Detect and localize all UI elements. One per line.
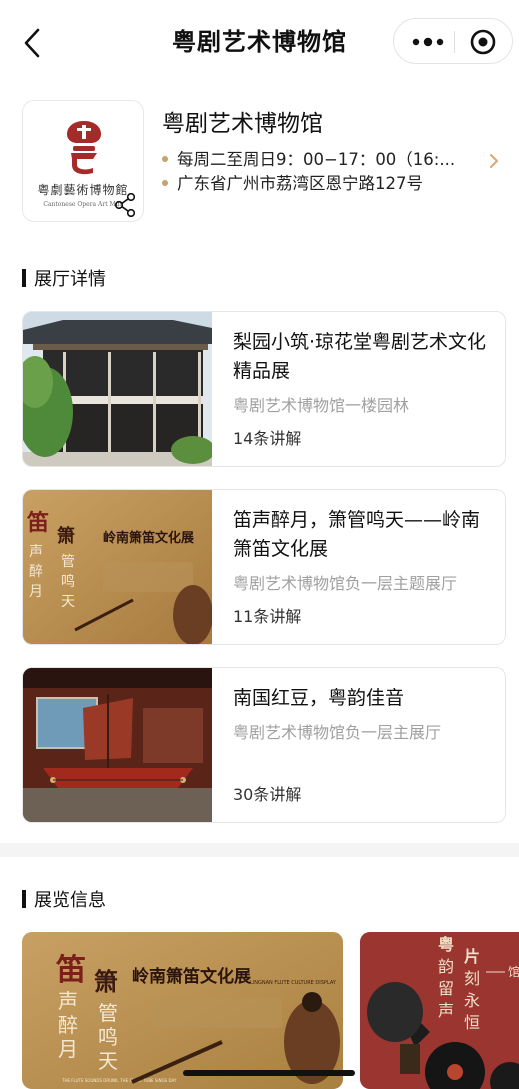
bullet-dot (162, 179, 168, 186)
exhibition-banner[interactable]: 粤 韵 留 声 片 刻 永 恒 馆 (360, 932, 519, 1089)
svg-text:醉: 醉 (29, 564, 43, 580)
svg-text:天: 天 (61, 594, 75, 610)
svg-text:鸣: 鸣 (61, 573, 75, 590)
museum-name: 粤剧艺术博物馆 (162, 111, 323, 137)
svg-text:LINGNAN FLUTE CULTURE DISPLAY: LINGNAN FLUTE CULTURE DISPLAY (250, 980, 337, 986)
hall-audio-count: 30条讲解 (233, 785, 302, 804)
svg-text:馆: 馆 (508, 964, 519, 979)
svg-text:天: 天 (98, 1049, 118, 1073)
hall-audio-count: 11条讲解 (233, 607, 302, 626)
hall-thumbnail: 笛 声 醉 月 箫 管 鸣 天 岭南箫笛文化展 (23, 490, 212, 644)
address-text: 广东省广州市荔湾区恩宁路127号 (177, 174, 423, 193)
svg-text:月: 月 (58, 1037, 78, 1061)
svg-text:笛: 笛 (26, 510, 49, 536)
hall-thumbnail (23, 668, 212, 822)
svg-text:声: 声 (438, 1001, 454, 1020)
svg-text:笛: 笛 (55, 953, 86, 988)
mini-program-capsule (393, 18, 513, 64)
more-dots-icon[interactable] (410, 32, 446, 52)
section-bar (22, 890, 26, 908)
flute-exhibition-poster: 笛 声 醉 月 箫 管 鸣 天 岭南箫笛文化展 LINGNAN FLUTE CU… (22, 932, 343, 1089)
svg-text:鸣: 鸣 (98, 1025, 118, 1049)
svg-text:箫: 箫 (94, 967, 118, 996)
svg-text:声: 声 (29, 544, 43, 560)
hall-title: 梨园小筑·琼花堂粤剧艺术文化精品展 (233, 331, 487, 382)
svg-text:管: 管 (61, 554, 75, 570)
chevron-right-icon[interactable] (488, 152, 500, 170)
seal-logo-icon (67, 121, 101, 175)
museum-address: 广东省广州市荔湾区恩宁路127号 (162, 170, 423, 194)
hall-title: 笛声醉月，箫管鸣天——岭南箫笛文化展 (233, 509, 481, 560)
museum-logo: 粤劇藝術博物館 Cantonese Opera Art Mus (22, 100, 144, 222)
svg-text:声: 声 (58, 989, 78, 1013)
hall-card[interactable]: 梨园小筑·琼花堂粤剧艺术文化精品展 粤剧艺术博物馆一楼园林 14条讲解 (22, 311, 506, 467)
hall-card[interactable]: 南国红豆，粤韵佳音 粤剧艺术博物馆负一层主展厅 30条讲解 (22, 667, 506, 823)
hall-thumbnail (23, 312, 212, 466)
garden-building-image (23, 312, 212, 466)
svg-text:韵: 韵 (438, 957, 454, 976)
share-icon[interactable] (114, 193, 136, 217)
flute-poster-image: 笛 声 醉 月 箫 管 鸣 天 岭南箫笛文化展 (23, 490, 212, 644)
section-title-halls: 展厅详情 (22, 265, 106, 291)
hall-title: 南国红豆，粤韵佳音 (233, 687, 405, 709)
target-circle-icon[interactable] (470, 29, 496, 55)
home-indicator[interactable] (183, 1070, 355, 1076)
bullet-dot (162, 155, 168, 162)
hall-location: 粤剧艺术博物馆负一层主题展厅 (233, 574, 458, 593)
phonograph-exhibition-poster: 粤 韵 留 声 片 刻 永 恒 馆 (360, 932, 519, 1089)
svg-text:粤: 粤 (438, 935, 454, 954)
hall-card[interactable]: 笛 声 醉 月 箫 管 鸣 天 岭南箫笛文化展 笛声醉月，箫管鸣天——岭南箫笛文… (22, 489, 506, 645)
svg-text:刻: 刻 (464, 969, 480, 988)
svg-text:月: 月 (29, 584, 43, 600)
section-title-text: 展览信息 (34, 890, 106, 911)
hall-location: 粤剧艺术博物馆一楼园林 (233, 396, 410, 415)
hours-text: 每周二至周日9：00−17：00（16:... (177, 150, 456, 169)
museum-header[interactable]: 粤劇藝術博物館 Cantonese Opera Art Mus 粤剧艺术博物馆 … (22, 100, 502, 224)
section-divider (0, 843, 519, 857)
nav-bar: 粤剧艺术博物馆 (0, 0, 519, 84)
svg-text:留: 留 (438, 979, 454, 998)
hall-location: 粤剧艺术博物馆负一层主展厅 (233, 723, 442, 742)
svg-text:岭南箫笛文化展: 岭南箫笛文化展 (132, 966, 251, 987)
red-boat-exhibit-image (23, 668, 212, 822)
section-title-exhibitions: 展览信息 (22, 886, 106, 912)
svg-text:THE FLUTE SOUNDS DRUNK, THE FL: THE FLUTE SOUNDS DRUNK, THE FLUTE TUBE S… (61, 1078, 177, 1083)
museum-hours: 每周二至周日9：00−17：00（16:... (162, 146, 455, 170)
capsule-divider (454, 31, 455, 53)
svg-text:恒: 恒 (464, 1013, 480, 1032)
exhibition-banner[interactable]: 笛 声 醉 月 箫 管 鸣 天 岭南箫笛文化展 LINGNAN FLUTE CU… (22, 932, 343, 1089)
hall-audio-count: 14条讲解 (233, 429, 302, 448)
svg-text:永: 永 (464, 991, 480, 1010)
svg-text:片: 片 (464, 947, 480, 966)
svg-text:醉: 醉 (58, 1013, 78, 1037)
svg-text:管: 管 (98, 1001, 118, 1025)
svg-text:箫: 箫 (57, 525, 75, 547)
section-title-text: 展厅详情 (34, 269, 106, 290)
section-bar (22, 269, 26, 287)
svg-text:岭南箫笛文化展: 岭南箫笛文化展 (103, 530, 195, 546)
